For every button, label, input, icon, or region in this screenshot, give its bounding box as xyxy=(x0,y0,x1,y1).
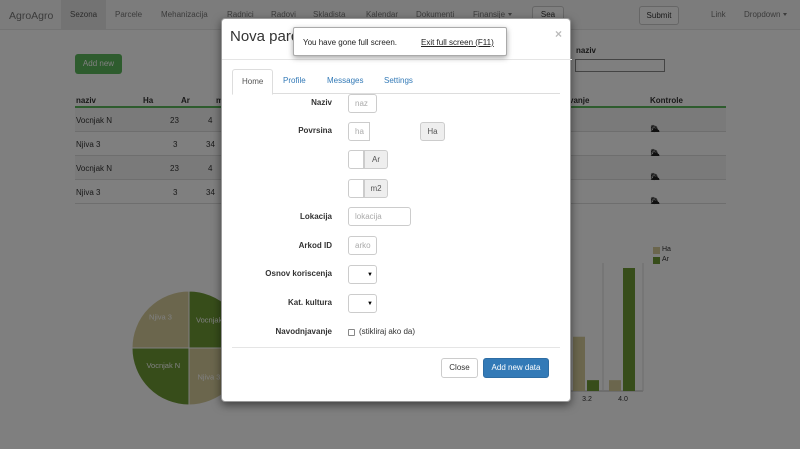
povrsina-label: Povrsina xyxy=(298,126,332,135)
new-parcel-modal: Nova parc × Home Profile Messages Settin… xyxy=(221,18,572,402)
modal-title: Nova parc xyxy=(230,28,299,45)
navodnjavanje-checkbox-label[interactable]: (stikliraj ako da) xyxy=(359,327,415,336)
tab-profile[interactable]: Profile xyxy=(274,69,315,94)
add-new-data-button[interactable]: Add new data xyxy=(483,358,549,378)
lokacija-input[interactable]: lokacija xyxy=(348,207,411,226)
fullscreen-message: You have gone full screen. xyxy=(303,38,397,47)
divider xyxy=(222,59,572,60)
m2-addon: m2 xyxy=(364,179,388,198)
tab-messages[interactable]: Messages xyxy=(318,69,372,94)
naziv-input[interactable]: naz xyxy=(348,94,377,113)
modal-tabs: Home Profile Messages Settings xyxy=(232,69,560,95)
povrsina-ha-input[interactable]: ha xyxy=(348,122,370,141)
navodnjavanje-label: Navodnjavanje xyxy=(275,327,332,336)
osnov-select[interactable]: ▼ xyxy=(348,265,377,284)
divider xyxy=(232,347,560,348)
arkod-input[interactable]: arko xyxy=(348,236,377,255)
kultura-select[interactable]: ▼ xyxy=(348,294,377,313)
tab-settings[interactable]: Settings xyxy=(375,69,422,94)
naziv-label: Naziv xyxy=(311,98,332,107)
kultura-label: Kat. kultura xyxy=(287,298,332,307)
close-button[interactable]: Close xyxy=(441,358,478,378)
arkod-label: Arkod ID xyxy=(298,241,332,250)
ar-addon: Ar xyxy=(364,150,388,169)
povrsina-m2-input[interactable] xyxy=(348,179,364,198)
chevron-down-icon: ▼ xyxy=(367,272,373,278)
povrsina-ar-input[interactable] xyxy=(348,150,364,169)
chevron-down-icon: ▼ xyxy=(367,301,373,307)
exit-fullscreen-link[interactable]: Exit full screen (F11) xyxy=(421,38,494,47)
ha-addon: Ha xyxy=(420,122,445,141)
tab-home[interactable]: Home xyxy=(232,69,274,95)
lokacija-label: Lokacija xyxy=(299,212,332,221)
close-icon[interactable]: × xyxy=(555,27,562,41)
navodnjavanje-checkbox[interactable] xyxy=(348,329,355,336)
fullscreen-notification: You have gone full screen. Exit full scr… xyxy=(293,27,507,56)
osnov-label: Osnov koriscenja xyxy=(265,269,332,278)
